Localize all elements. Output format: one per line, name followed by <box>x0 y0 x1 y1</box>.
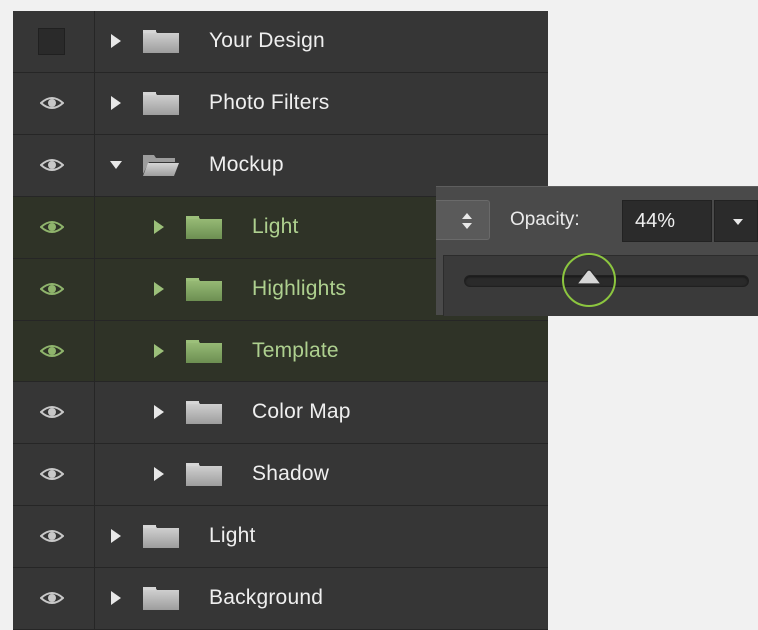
layer-row[interactable]: Background <box>13 568 548 630</box>
eye-icon[interactable] <box>40 343 64 359</box>
layer-name: Light <box>209 524 256 547</box>
opacity-dropdown-button[interactable] <box>714 200 758 242</box>
folder-icon <box>143 587 179 610</box>
folder-icon <box>186 463 222 486</box>
blend-mode-stepper[interactable] <box>436 200 490 240</box>
visibility-toggle[interactable] <box>13 444 95 505</box>
layer-name: Photo Filters <box>209 91 330 114</box>
eye-icon[interactable] <box>40 219 64 235</box>
eye-icon[interactable] <box>40 466 64 482</box>
opacity-input[interactable]: 44% <box>622 200 712 242</box>
layer-name: Shadow <box>252 462 330 485</box>
triangle-right-icon[interactable] <box>109 529 123 543</box>
folder-icon <box>143 92 179 115</box>
layer-name: Color Map <box>252 400 351 423</box>
layer-row[interactable]: Photo Filters <box>13 73 548 135</box>
layer-row[interactable]: Color Map <box>13 382 548 444</box>
triangle-right-icon[interactable] <box>109 96 123 110</box>
opacity-popup: Opacity: 44% <box>436 186 758 316</box>
chevron-down-icon <box>733 219 743 225</box>
triangle-right-icon[interactable] <box>152 220 166 234</box>
visibility-toggle[interactable] <box>13 506 95 567</box>
opacity-label: Opacity: <box>510 209 580 230</box>
visibility-toggle[interactable] <box>13 197 95 258</box>
visibility-toggle[interactable] <box>13 568 95 629</box>
eye-icon[interactable] <box>40 281 64 297</box>
folder-icon <box>186 278 222 301</box>
layer-row[interactable]: Template <box>13 321 548 382</box>
eye-icon[interactable] <box>40 528 64 544</box>
folder-icon <box>143 30 179 53</box>
visibility-toggle[interactable] <box>13 321 95 381</box>
visibility-toggle[interactable] <box>13 11 95 72</box>
slider-thumb-icon[interactable] <box>575 268 603 286</box>
layers-panel: Your Design Photo Filters Mockup Light Highl… <box>13 11 548 630</box>
triangle-right-icon[interactable] <box>152 344 166 358</box>
triangle-right-icon[interactable] <box>152 467 166 481</box>
folder-icon <box>186 216 222 239</box>
eye-icon[interactable] <box>40 590 64 606</box>
folder-icon <box>186 340 222 363</box>
visibility-toggle[interactable] <box>13 382 95 443</box>
triangle-right-icon[interactable] <box>109 591 123 605</box>
layer-name: Highlights <box>252 277 347 300</box>
visibility-toggle[interactable] <box>13 135 95 196</box>
folder-icon <box>143 525 179 548</box>
up-down-arrows-icon <box>462 213 472 229</box>
layer-name: Template <box>252 339 339 362</box>
eye-icon[interactable] <box>40 404 64 420</box>
layer-row[interactable]: Shadow <box>13 444 548 506</box>
layer-row[interactable]: Light <box>13 506 548 568</box>
layer-name: Light <box>252 215 299 238</box>
eye-icon[interactable] <box>40 157 64 173</box>
visibility-box[interactable] <box>38 28 65 55</box>
visibility-toggle[interactable] <box>13 259 95 320</box>
layer-name: Background <box>209 586 324 609</box>
folder-open-icon <box>143 155 179 176</box>
opacity-slider-frame <box>443 253 758 316</box>
layer-name: Your Design <box>209 29 325 52</box>
folder-icon <box>186 401 222 424</box>
visibility-toggle[interactable] <box>13 73 95 134</box>
triangle-down-icon[interactable] <box>109 158 123 172</box>
triangle-right-icon[interactable] <box>152 282 166 296</box>
layer-name: Mockup <box>209 153 284 176</box>
triangle-right-icon[interactable] <box>152 405 166 419</box>
layer-row[interactable]: Your Design <box>13 11 548 73</box>
eye-icon[interactable] <box>40 95 64 111</box>
triangle-right-icon[interactable] <box>109 34 123 48</box>
